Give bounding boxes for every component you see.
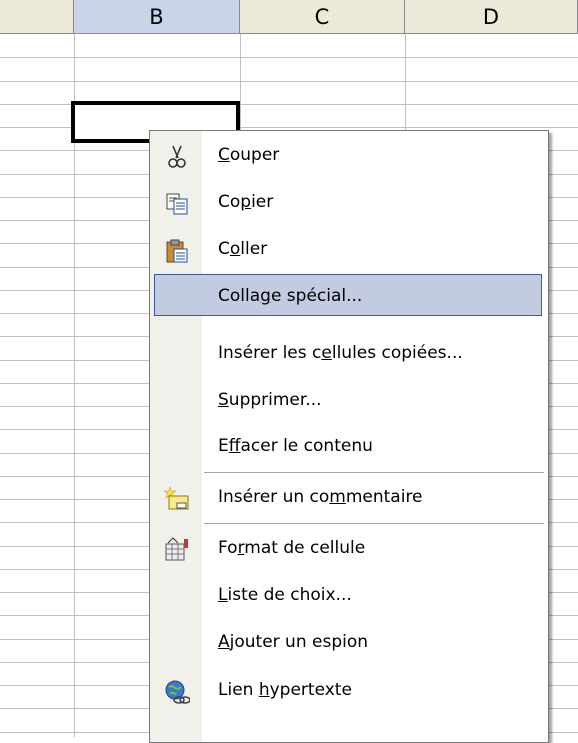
menu-item-lien-hypertexte[interactable]: Lien hypertexte xyxy=(150,667,548,713)
menu-item-label: Collage spécial... xyxy=(218,286,363,306)
menu-separator xyxy=(204,523,544,524)
menu-item-label: Format de cellule xyxy=(218,538,366,558)
menu-item-effacer-contenu[interactable]: Effacer le contenu xyxy=(150,423,548,469)
menu-item-label: Copier xyxy=(218,192,274,212)
menu-item-label: Liste de choix... xyxy=(218,585,352,605)
menu-item-label: Couper xyxy=(218,145,280,165)
grid-row-line xyxy=(0,57,578,58)
menu-item-label: Coller xyxy=(218,239,268,259)
context-menu: Couper Copier Coller Collage spécial... … xyxy=(149,130,549,743)
column-header-d[interactable]: D xyxy=(405,0,578,34)
hyperlink-icon xyxy=(164,677,191,704)
menu-item-copier[interactable]: Copier xyxy=(150,179,548,225)
menu-item-inserer-commentaire[interactable]: Insérer un commentaire xyxy=(150,474,548,520)
menu-item-ajouter-espion[interactable]: Ajouter un espion xyxy=(150,619,548,665)
column-header-c[interactable]: C xyxy=(240,0,405,34)
menu-item-label: Insérer un commentaire xyxy=(218,487,423,507)
menu-item-label: Supprimer... xyxy=(218,390,322,410)
insert-comment-icon xyxy=(163,484,190,510)
menu-separator xyxy=(204,472,544,473)
column-header-b[interactable]: B xyxy=(74,0,240,34)
copy-icon xyxy=(164,189,190,215)
menu-item-coller[interactable]: Coller xyxy=(150,226,548,272)
menu-item-label: Insérer les cellules copiées... xyxy=(218,343,463,363)
row-header-column xyxy=(0,0,74,34)
menu-item-label: Ajouter un espion xyxy=(218,632,369,652)
menu-item-couper[interactable]: Couper xyxy=(150,132,548,178)
format-cells-icon xyxy=(164,535,190,561)
paste-icon xyxy=(164,236,190,263)
menu-item-format-cellule[interactable]: Format de cellule xyxy=(150,525,548,571)
menu-item-inserer-cellules-copiees[interactable]: Insérer les cellules copiées... xyxy=(150,330,548,376)
menu-item-supprimer[interactable]: Supprimer... xyxy=(150,377,548,423)
menu-item-liste-choix[interactable]: Liste de choix... xyxy=(150,572,548,618)
menu-item-collage-special[interactable]: Collage spécial... xyxy=(150,273,548,319)
menu-item-label: Lien hypertexte xyxy=(218,680,352,700)
scissors-icon xyxy=(164,142,190,168)
grid-row-line xyxy=(0,81,578,82)
menu-item-label: Effacer le contenu xyxy=(218,436,373,456)
